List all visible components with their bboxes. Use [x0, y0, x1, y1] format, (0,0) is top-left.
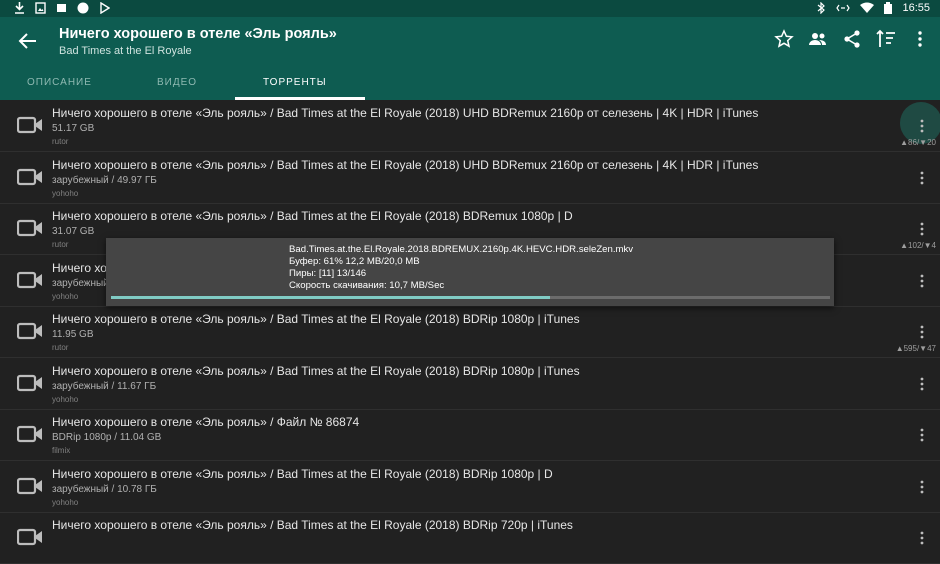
share-icon[interactable]	[842, 29, 862, 49]
buffer-progress-bar	[111, 296, 830, 299]
dialog-text: Bad.Times.at.the.El.Royale.2018.BDREMUX.…	[289, 244, 633, 292]
play-icon	[100, 2, 110, 14]
torrent-peers: ▲86/▼20	[900, 138, 936, 147]
video-camera-icon	[17, 168, 42, 185]
torrent-source: yohoho	[52, 497, 79, 507]
star-icon[interactable]	[774, 29, 794, 49]
video-camera-icon	[17, 116, 42, 134]
clock: 16:55	[902, 2, 930, 14]
toolbar-actions	[774, 29, 930, 49]
torrent-size: 31.07 GB	[52, 226, 95, 237]
page-subtitle: Bad Times at the El Royale	[59, 45, 192, 57]
torrent-title: Ничего хорошего в отеле «Эль рояль» / Ba…	[52, 157, 759, 172]
torrent-size: 51.17 GB	[52, 123, 95, 134]
list-item[interactable]: Ничего хорошего в отеле «Эль рояль» / Ba…	[0, 512, 940, 564]
torrent-title: Ничего хорошего в отеле «Эль рояль» / Ba…	[52, 312, 580, 326]
torrent-size: зарубежный / 49.97 ГБ	[52, 174, 157, 186]
more-icon[interactable]	[916, 376, 928, 392]
wifi-icon	[860, 2, 875, 13]
more-icon[interactable]	[916, 118, 928, 134]
list-item[interactable]: Ничего хорошего в отеле «Эль рояль» / Ba…	[0, 461, 940, 513]
torrent-title: Ничего хорошего в отеле «Эль рояль» / Ba…	[52, 209, 573, 223]
torrent-peers: ▲595/▼47	[895, 344, 936, 353]
status-bar: 16:55	[0, 0, 940, 17]
tab-bar: ОПИСАНИЕ ВИДЕО ТОРРЕНТЫ	[0, 73, 940, 100]
more-icon[interactable]	[910, 29, 930, 49]
more-icon[interactable]	[916, 479, 928, 495]
dialog-filename: Bad.Times.at.the.El.Royale.2018.BDREMUX.…	[289, 244, 634, 255]
app-bar: Ничего хорошего в отеле «Эль рояль» Bad …	[0, 17, 940, 100]
bluetooth-icon	[818, 2, 826, 14]
video-camera-icon	[17, 322, 42, 340]
torrent-source: filmix	[52, 446, 71, 455]
sort-icon[interactable]	[876, 29, 896, 49]
torrent-title: Ничего хорошего в отеле «Эль рояль» / Ba…	[52, 518, 573, 532]
sync-icon	[836, 4, 851, 12]
torrent-size: BDRip 1080p / 11.04 GB	[52, 432, 162, 443]
torrent-size: 11.95 GB	[52, 329, 94, 340]
tab-description[interactable]: ОПИСАНИЕ	[27, 77, 92, 88]
torrent-size: зарубежный / 10.78 ГБ	[52, 483, 157, 495]
more-icon[interactable]	[916, 170, 928, 186]
torrent-title: Ничего хорошего в отеле «Эль рояль» / Ba…	[52, 363, 580, 378]
circle-icon	[77, 2, 89, 14]
photo-icon	[57, 4, 66, 12]
torrent-peers: ▲102/▼4	[900, 241, 936, 250]
list-item[interactable]: Ничего хорошего в отеле «Эль рояль» / Ba…	[0, 152, 940, 204]
dialog-peers: Пиры: [11] 13/146	[289, 268, 367, 279]
battery-icon	[884, 2, 893, 14]
torrent-source: yohoho	[52, 291, 79, 301]
people-icon[interactable]	[808, 29, 828, 49]
torrent-title: Ничего хорошего в отеле «Эль рояль» / Ba…	[52, 106, 759, 120]
dialog-speed: Скорость скачивания: 10,7 MB/Sec	[289, 280, 445, 291]
video-camera-icon	[17, 528, 42, 546]
torrent-source: rutor	[52, 240, 69, 249]
video-camera-icon	[17, 425, 42, 443]
more-icon[interactable]	[916, 530, 928, 546]
download-icon	[15, 2, 24, 14]
torrent-source: rutor	[52, 343, 69, 352]
image-icon	[35, 2, 46, 14]
more-icon[interactable]	[916, 324, 928, 340]
buffering-dialog: Bad.Times.at.the.El.Royale.2018.BDREMUX.…	[106, 238, 834, 306]
page-title: Ничего хорошего в отеле «Эль рояль»	[59, 26, 337, 42]
more-icon[interactable]	[916, 221, 928, 237]
tab-video[interactable]: ВИДЕО	[157, 77, 197, 88]
dialog-buffer: Буфер: 61% 12,2 MB/20,0 MB	[289, 256, 420, 267]
video-camera-icon	[17, 271, 42, 288]
back-arrow-icon[interactable]	[16, 29, 40, 53]
torrent-source: rutor	[52, 137, 69, 146]
more-icon[interactable]	[916, 427, 928, 443]
buffer-progress-fill	[111, 296, 550, 299]
video-camera-icon	[17, 477, 42, 494]
video-camera-icon	[17, 374, 42, 391]
video-camera-icon	[17, 219, 42, 237]
torrent-source: yohoho	[52, 188, 79, 198]
more-icon[interactable]	[916, 273, 928, 289]
torrent-title: Ничего хорошего в отеле «Эль рояль» / Фа…	[52, 415, 360, 429]
tab-torrents[interactable]: ТОРРЕНТЫ	[263, 77, 327, 88]
list-item[interactable]: Ничего хорошего в отеле «Эль рояль» / Фа…	[0, 409, 940, 461]
list-item[interactable]: Ничего хорошего в отеле «Эль рояль» / Ba…	[0, 306, 940, 358]
torrent-source: yohoho	[52, 394, 79, 404]
list-item[interactable]: Ничего хорошего в отеле «Эль рояль» / Ba…	[0, 100, 940, 152]
list-item[interactable]: Ничего хорошего в отеле «Эль рояль» / Ba…	[0, 358, 940, 410]
torrent-title: Ничего хорошего в отеле «Эль рояль» / Ba…	[52, 466, 553, 481]
torrent-size: зарубежный / 11.67 ГБ	[52, 380, 157, 392]
